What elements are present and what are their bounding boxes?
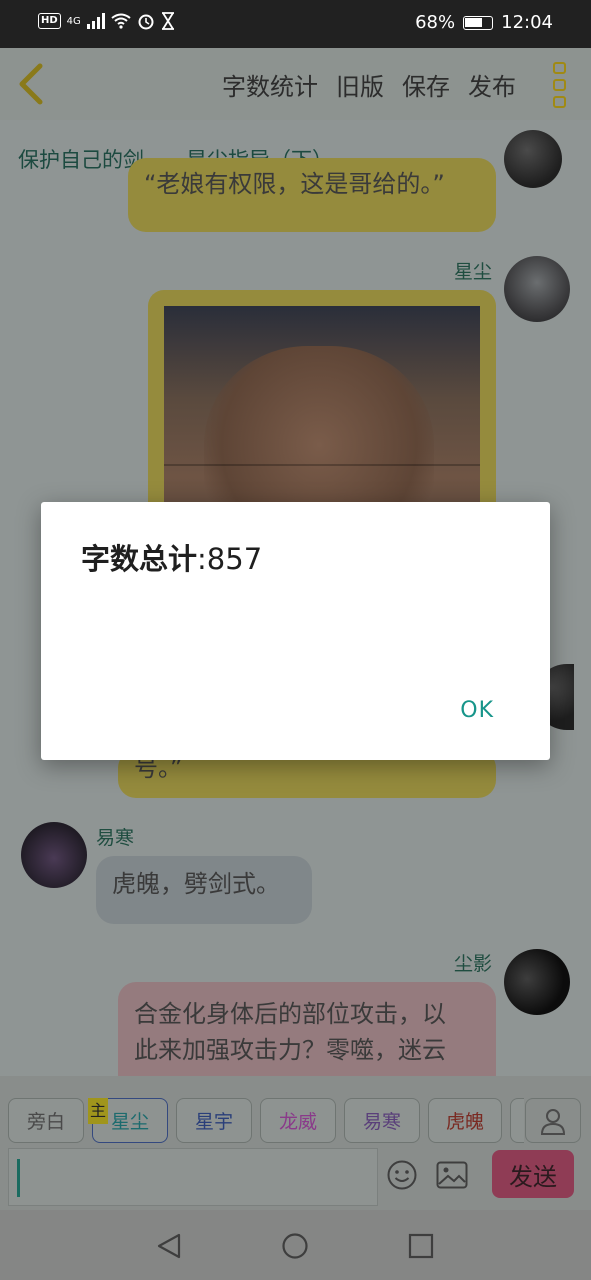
avatar[interactable] <box>504 949 570 1015</box>
home-nav-icon[interactable] <box>281 1232 309 1260</box>
word-count-dialog: 字数总计:857 OK <box>41 502 550 760</box>
battery-percent: 68% <box>415 12 456 33</box>
input-row: 发送 <box>0 1146 591 1210</box>
chevron-left-icon <box>19 63 43 105</box>
avatar[interactable] <box>21 822 87 888</box>
message-text: “老娘有权限，这是哥给的。” <box>144 170 445 198</box>
message-text: 此来加强攻击力？零噬，迷云 <box>134 1036 446 1064</box>
status-right: 68% 12:04 <box>415 12 553 33</box>
hourglass-icon <box>161 12 174 30</box>
user-icon <box>540 1108 566 1135</box>
character-chip-yihan[interactable]: 易寒 <box>344 1098 420 1143</box>
more-dot-icon <box>553 62 566 74</box>
clock: 12:04 <box>501 12 553 33</box>
more-menu-button[interactable] <box>553 62 569 108</box>
character-chip-overflow[interactable] <box>510 1098 524 1143</box>
character-chip-label: 龙威 <box>278 1111 317 1133</box>
send-button[interactable]: 发送 <box>492 1150 574 1198</box>
main-character-badge: 主 <box>88 1098 108 1124</box>
image-button[interactable] <box>436 1161 468 1189</box>
speaker-name: 星尘 <box>454 261 493 283</box>
character-chip-label: 易寒 <box>362 1111 401 1133</box>
publish-button[interactable]: 发布 <box>468 67 516 102</box>
more-dot-icon <box>553 96 566 108</box>
status-left: HD 4G <box>38 12 175 30</box>
network-label: 4G <box>66 15 81 27</box>
message-input[interactable] <box>8 1148 378 1206</box>
ok-button[interactable]: OK <box>460 698 494 723</box>
old-version-button[interactable]: 旧版 <box>336 67 384 102</box>
character-chip-narrator[interactable]: 旁白 <box>8 1098 84 1143</box>
message-text: 合金化身体后的部位攻击，以 <box>134 1000 446 1028</box>
character-bar: 旁白 星尘 主 星宇 龙威 易寒 虎魄 <box>0 1076 591 1146</box>
system-nav-bar <box>0 1210 591 1280</box>
message-text: 虎魄，劈剑式。 <box>112 870 280 898</box>
message-bubble: 合金化身体后的部位攻击，以 此来加强攻击力？零噬，迷云 <box>118 982 496 1076</box>
image-icon <box>436 1161 468 1189</box>
avatar[interactable] <box>504 256 570 322</box>
word-count-button[interactable]: 字数统计 <box>222 67 318 102</box>
character-chip-longwei[interactable]: 龙威 <box>260 1098 336 1143</box>
speaker-name: 易寒 <box>96 827 135 849</box>
recents-nav-icon[interactable] <box>407 1232 435 1260</box>
header-actions: 字数统计 旧版 保存 发布 <box>222 48 516 120</box>
message-bubble: “老娘有权限，这是哥给的。” <box>128 158 496 232</box>
add-character-button[interactable] <box>525 1098 581 1143</box>
speaker-name: 尘影 <box>454 953 493 975</box>
save-button[interactable]: 保存 <box>402 67 450 102</box>
character-chip-label: 旁白 <box>26 1111 65 1133</box>
avatar[interactable] <box>504 130 562 188</box>
emoji-button[interactable] <box>386 1159 418 1191</box>
hd-icon: HD <box>38 13 61 29</box>
dialog-message: 字数总计:857 <box>81 536 262 578</box>
alarm-icon <box>138 14 154 30</box>
more-dot-icon <box>553 79 566 91</box>
character-chip-hupo[interactable]: 虎魄 <box>428 1098 502 1143</box>
text-caret <box>17 1159 20 1197</box>
character-chip-label: 虎魄 <box>445 1111 484 1133</box>
back-nav-icon[interactable] <box>155 1232 183 1260</box>
app-bar: 字数统计 旧版 保存 发布 <box>0 48 591 120</box>
dialog-label: 字数总计 <box>81 542 198 576</box>
signal-icon <box>86 13 105 29</box>
back-button[interactable] <box>12 62 52 106</box>
battery-icon <box>463 15 494 30</box>
character-chip-xingyu[interactable]: 星宇 <box>176 1098 252 1143</box>
character-chip-label: 星尘 <box>110 1111 149 1133</box>
emoji-icon <box>387 1160 417 1190</box>
wifi-icon <box>111 13 131 29</box>
message-bubble: 虎魄，劈剑式。 <box>96 856 312 924</box>
status-bar: HD 4G 68% 12:04 <box>0 0 591 48</box>
dialog-value: :857 <box>197 542 263 576</box>
character-chip-label: 星宇 <box>194 1111 233 1133</box>
